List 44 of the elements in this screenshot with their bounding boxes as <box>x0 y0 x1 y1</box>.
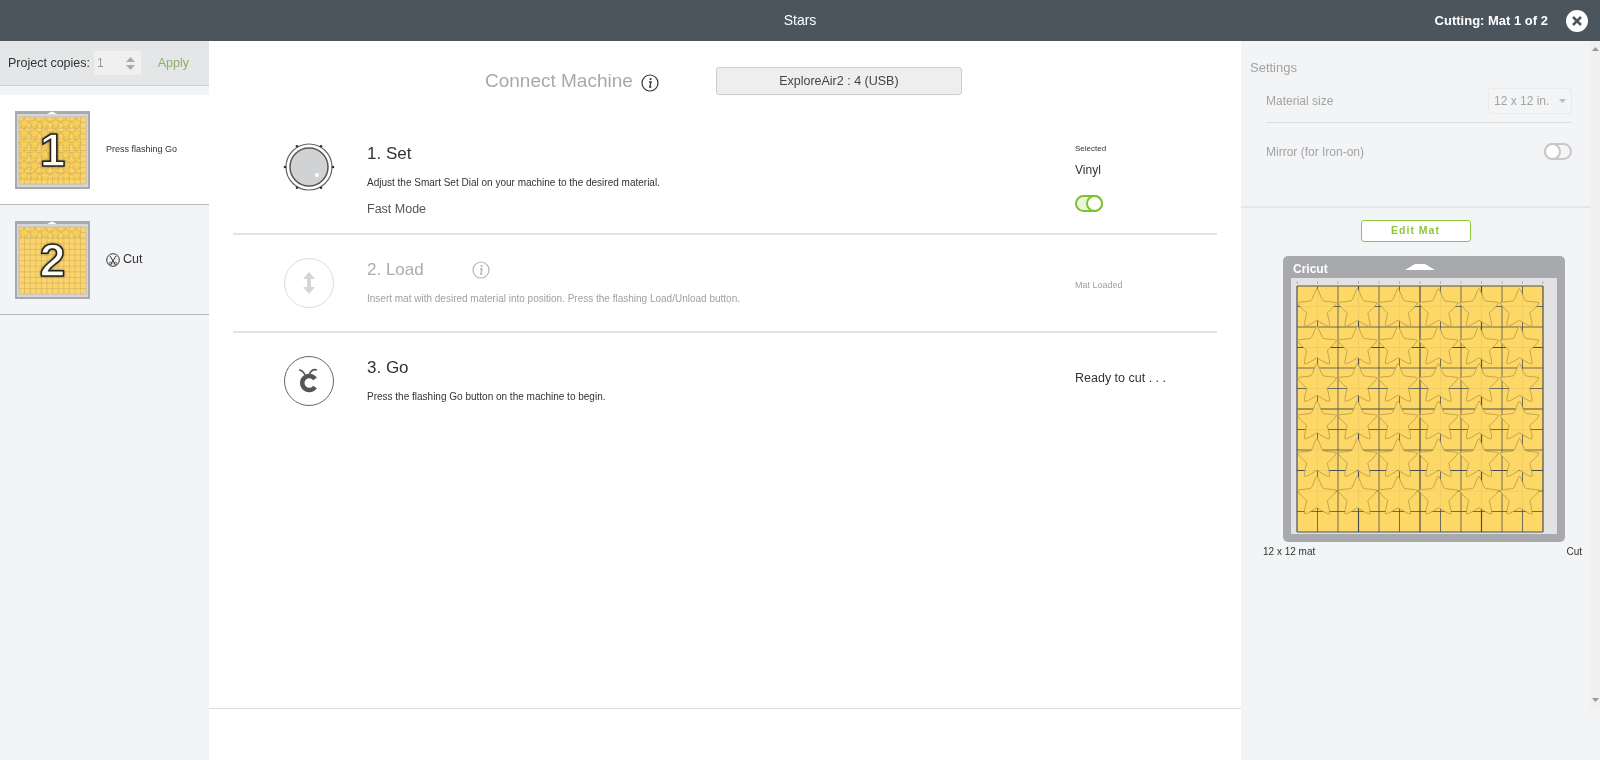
scissors-icon <box>106 252 120 267</box>
scroll-up-icon[interactable] <box>1591 47 1599 51</box>
info-icon[interactable] <box>640 73 659 92</box>
mirror-toggle[interactable] <box>1544 143 1572 160</box>
copies-label: Project copies: <box>8 54 90 72</box>
mat-item[interactable]: 1 Press flashing Go <box>0 95 209 205</box>
step-title: 1. Set <box>367 143 412 165</box>
close-button[interactable] <box>1566 9 1588 32</box>
dial-icon <box>283 141 335 193</box>
step-title: 2. Load <box>367 259 424 281</box>
caret-icon <box>1559 98 1566 103</box>
fast-mode-label: Fast Mode <box>367 200 428 218</box>
mirror-label: Mirror (for Iron-on) <box>1266 143 1364 161</box>
mat-status: Cut <box>123 251 143 269</box>
step-description: Press the flashing Go button on the machine to begin. <box>367 389 607 404</box>
step-description: Insert mat with desired material into position. Press the flashing Load/Unload button. <box>367 291 741 306</box>
c-logo-icon <box>283 355 335 407</box>
mat-number: 1 <box>39 126 66 173</box>
copies-field[interactable]: 1 <box>94 51 121 75</box>
cutting-status: Cutting: Mat 1 of 2 <box>1434 11 1548 30</box>
up-arrow-icon[interactable] <box>126 56 136 62</box>
step-status: Mat Loaded <box>1075 279 1124 292</box>
settings-heading: Settings <box>1250 59 1298 77</box>
mat-number: 2 <box>39 236 66 283</box>
fast-mode-toggle[interactable] <box>1075 195 1103 212</box>
down-arrow-icon[interactable] <box>126 64 136 70</box>
mat-preview: Cricut <box>1282 256 1565 542</box>
scroll-down-icon[interactable] <box>1591 698 1599 702</box>
mat-status: Press flashing Go <box>106 142 178 156</box>
mat-mode-caption: Cut <box>1566 545 1582 559</box>
connect-heading: Connect Machine <box>485 68 633 93</box>
material-size-label: Material size <box>1266 92 1334 110</box>
step-description: Adjust the Smart Set Dial on your machine to the desired material. <box>367 175 661 190</box>
edit-mat-button[interactable]: Edit Mat <box>1360 220 1471 242</box>
step-status: Vinyl <box>1075 162 1102 179</box>
mat-size-caption: 12 x 12 mat <box>1263 545 1316 559</box>
step-status: Ready to cut . . . <box>1075 370 1167 387</box>
material-size-dropdown[interactable]: 12 x 12 in. <box>1488 87 1572 114</box>
close-icon <box>1571 14 1583 27</box>
window-title: Stars <box>783 11 817 30</box>
machine-selector[interactable]: ExploreAir2 : 4 (USB) <box>715 67 962 95</box>
status-label: Selected <box>1075 143 1108 155</box>
scrollbar[interactable] <box>1590 41 1600 708</box>
step-title: 3. Go <box>367 357 409 379</box>
